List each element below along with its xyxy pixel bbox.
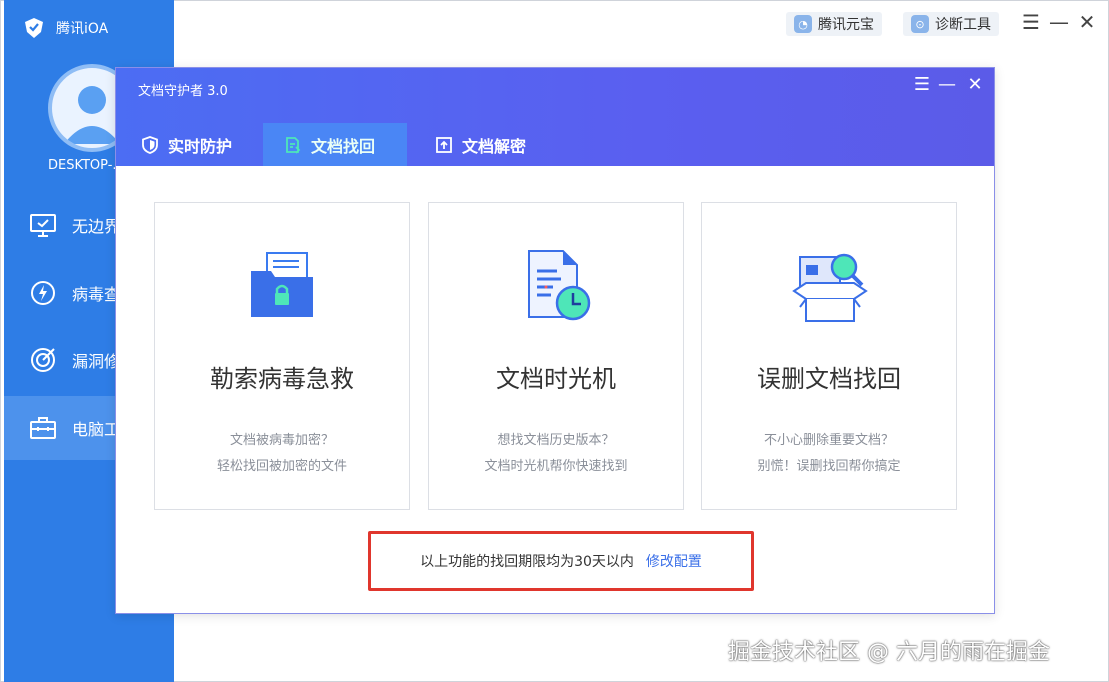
tab-document-recover[interactable]: 文档找回: [263, 123, 407, 166]
monitor-check-icon: [30, 214, 56, 237]
nav-label: 电脑工: [72, 420, 121, 439]
shield-icon: [142, 135, 158, 154]
card-document-time-machine[interactable]: 文档时光机 想找文档历史版本？ 文档时光机帮你快速找到: [428, 202, 684, 510]
diagnostic-button[interactable]: ⊙ 诊断工具: [903, 12, 999, 36]
virus-scan-icon: [31, 281, 55, 305]
tab-label: 实时防护: [168, 136, 233, 156]
document-decrypt-icon: [436, 136, 452, 153]
tab-document-decrypt[interactable]: 文档解密: [414, 123, 546, 166]
card-desc-line1: 文档被病毒加密？: [229, 433, 334, 448]
diagnostic-label: 诊断工具: [935, 17, 991, 33]
brand: 腾讯iOA: [22, 14, 108, 42]
locked-folder-icon: [251, 252, 313, 317]
close-icon[interactable]: ✕: [1075, 10, 1099, 34]
nav-label: 漏洞修: [72, 352, 121, 371]
box-search-icon: [792, 253, 868, 322]
card-ransomware-rescue[interactable]: 勒索病毒急救 文档被病毒加密？ 轻松找回被加密的文件: [154, 202, 410, 510]
dialog-close-icon[interactable]: ✕: [964, 74, 986, 95]
document-recover-icon: [286, 136, 301, 154]
vulnerability-fix-icon: [31, 348, 55, 372]
card-desc-line1: 不小心删除重要文档？: [763, 433, 894, 448]
nav-label: 无边界: [72, 217, 121, 236]
card-desc-line2: 轻松找回被加密的文件: [216, 459, 347, 474]
dialog-title: 文档守护者 3.0: [138, 84, 228, 99]
tab-realtime-protection[interactable]: 实时防护: [120, 123, 252, 166]
dialog-menu-icon[interactable]: ☰: [911, 74, 933, 95]
menu-icon[interactable]: ☰: [1019, 10, 1043, 34]
tab-label: 文档解密: [462, 136, 527, 156]
toolbox-icon: [30, 417, 56, 439]
diagnostic-icon: ⊙: [911, 15, 929, 33]
brand-name: 腾讯iOA: [56, 21, 109, 37]
document-guardian-dialog: 文档守护者 3.0 ☰ — ✕ 实时防护 文档找回 文档解密 勒索病毒急救 文档…: [115, 67, 995, 614]
retention-notice: 以上功能的找回期限均为30天以内 修改配置: [368, 531, 754, 591]
card-desc-line2: 别慌！误删找回帮你搞定: [757, 459, 901, 474]
yuanbao-label: 腾讯元宝: [818, 17, 874, 33]
document-clock-icon: [528, 250, 591, 321]
yuanbao-icon: ◔: [794, 15, 812, 33]
card-desc-line1: 想找文档历史版本？: [497, 433, 615, 448]
dialog-header: 文档守护者 3.0 ☰ — ✕ 实时防护 文档找回 文档解密: [116, 68, 994, 166]
ioa-logo-icon: [25, 18, 43, 38]
hostname: DESKTOP-.: [48, 158, 117, 173]
card-title: 文档时光机: [496, 365, 616, 393]
card-deleted-document-recover[interactable]: 误删文档找回 不小心删除重要文档？ 别慌！误删找回帮你搞定: [701, 202, 957, 510]
watermark: 掘金技术社区 @ 六月的雨在掘金: [728, 640, 1050, 665]
nav-label: 病毒查: [72, 285, 121, 304]
tab-label: 文档找回: [311, 136, 376, 156]
yuanbao-button[interactable]: ◔ 腾讯元宝: [786, 12, 882, 36]
minimize-icon[interactable]: —: [1047, 10, 1071, 34]
card-title: 勒索病毒急救: [210, 365, 354, 393]
notice-text: 以上功能的找回期限均为30天以内: [420, 554, 634, 570]
card-desc-line2: 文档时光机帮你快速找到: [484, 459, 628, 474]
modify-config-link[interactable]: 修改配置: [646, 551, 702, 571]
card-title: 误删文档找回: [757, 365, 901, 393]
dialog-minimize-icon[interactable]: —: [936, 74, 958, 95]
